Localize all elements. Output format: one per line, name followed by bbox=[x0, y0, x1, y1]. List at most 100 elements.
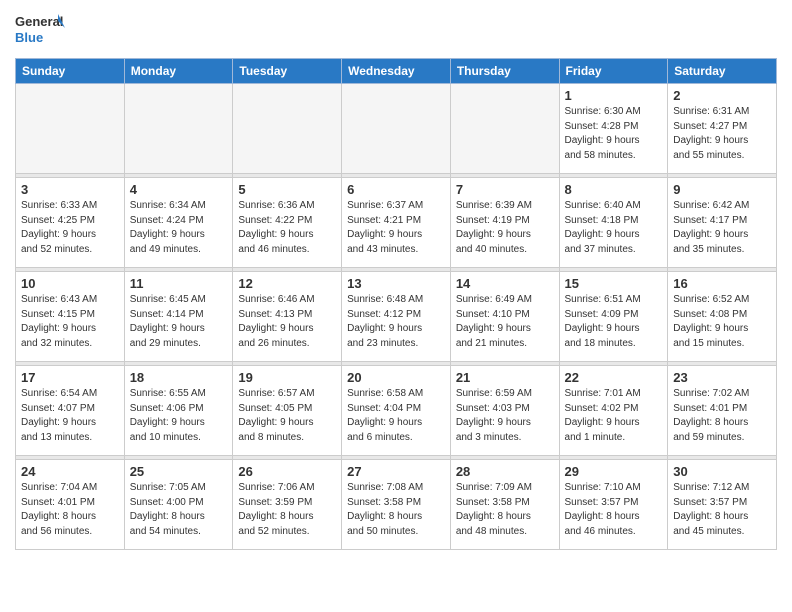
svg-text:Blue: Blue bbox=[15, 30, 43, 45]
day-number: 25 bbox=[130, 464, 228, 479]
calendar-day-cell: 22 Sunrise: 7:01 AMSunset: 4:02 PMDayligh… bbox=[559, 366, 668, 456]
calendar-day-cell: 8 Sunrise: 6:40 AMSunset: 4:18 PMDaylight… bbox=[559, 178, 668, 268]
day-number: 15 bbox=[565, 276, 663, 291]
calendar-day-cell: 13 Sunrise: 6:48 AMSunset: 4:12 PMDayligh… bbox=[342, 272, 451, 362]
day-info: Sunrise: 7:04 AMSunset: 4:01 PMDaylight:… bbox=[21, 481, 119, 539]
day-info: Sunrise: 6:51 AMSunset: 4:09 PMDaylight:… bbox=[565, 293, 663, 351]
day-info: Sunrise: 6:48 AMSunset: 4:12 PMDaylight:… bbox=[347, 293, 445, 351]
col-header-friday: Friday bbox=[559, 59, 668, 84]
calendar-day-cell: 14 Sunrise: 6:49 AMSunset: 4:10 PMDayligh… bbox=[450, 272, 559, 362]
col-header-wednesday: Wednesday bbox=[342, 59, 451, 84]
calendar-day-cell: 1 Sunrise: 6:30 AMSunset: 4:28 PMDaylight… bbox=[559, 84, 668, 174]
calendar-day-cell: 30Sunrise: 7:12 AMSunset: 3:57 PMDayligh… bbox=[668, 460, 777, 550]
col-header-monday: Monday bbox=[124, 59, 233, 84]
calendar-day-cell: 21Sunrise: 6:59 AMSunset: 4:03 PMDayligh… bbox=[450, 366, 559, 456]
calendar-day-cell: 29 Sunrise: 7:10 AMSunset: 3:57 PMDayligh… bbox=[559, 460, 668, 550]
calendar-day-cell bbox=[16, 84, 125, 174]
day-number: 7 bbox=[456, 182, 554, 197]
day-number: 17 bbox=[21, 370, 119, 385]
calendar-day-cell: 19 Sunrise: 6:57 AMSunset: 4:05 PMDayligh… bbox=[233, 366, 342, 456]
day-info: Sunrise: 6:36 AMSunset: 4:22 PMDaylight:… bbox=[238, 199, 336, 257]
calendar-day-cell bbox=[342, 84, 451, 174]
day-info: Sunrise: 6:34 AMSunset: 4:24 PMDaylight:… bbox=[130, 199, 228, 257]
day-info: Sunrise: 6:33 AMSunset: 4:25 PMDaylight:… bbox=[21, 199, 119, 257]
day-number: 26 bbox=[238, 464, 336, 479]
calendar-day-cell: 20 Sunrise: 6:58 AMSunset: 4:04 PMDayligh… bbox=[342, 366, 451, 456]
calendar-day-cell: 4 Sunrise: 6:34 AMSunset: 4:24 PMDaylight… bbox=[124, 178, 233, 268]
day-info: Sunrise: 7:06 AMSunset: 3:59 PMDaylight:… bbox=[238, 481, 336, 539]
day-info: Sunrise: 6:54 AMSunset: 4:07 PMDaylight:… bbox=[21, 387, 119, 445]
day-info: Sunrise: 6:42 AMSunset: 4:17 PMDaylight:… bbox=[673, 199, 771, 257]
day-info: Sunrise: 7:12 AMSunset: 3:57 PMDaylight:… bbox=[673, 481, 771, 539]
day-number: 19 bbox=[238, 370, 336, 385]
day-number: 14 bbox=[456, 276, 554, 291]
day-info: Sunrise: 7:10 AMSunset: 3:57 PMDaylight:… bbox=[565, 481, 663, 539]
day-number: 18 bbox=[130, 370, 228, 385]
day-info: Sunrise: 7:05 AMSunset: 4:00 PMDaylight:… bbox=[130, 481, 228, 539]
calendar-week-row: 10 Sunrise: 6:43 AMSunset: 4:15 PMDayligh… bbox=[16, 272, 777, 362]
col-header-sunday: Sunday bbox=[16, 59, 125, 84]
day-info: Sunrise: 6:45 AMSunset: 4:14 PMDaylight:… bbox=[130, 293, 228, 351]
day-info: Sunrise: 6:59 AMSunset: 4:03 PMDaylight:… bbox=[456, 387, 554, 445]
calendar-day-cell: 27 Sunrise: 7:08 AMSunset: 3:58 PMDayligh… bbox=[342, 460, 451, 550]
day-info: Sunrise: 7:02 AMSunset: 4:01 PMDaylight:… bbox=[673, 387, 771, 445]
day-number: 4 bbox=[130, 182, 228, 197]
day-number: 13 bbox=[347, 276, 445, 291]
day-number: 3 bbox=[21, 182, 119, 197]
day-number: 24 bbox=[21, 464, 119, 479]
calendar-day-cell bbox=[450, 84, 559, 174]
day-number: 2 bbox=[673, 88, 771, 103]
col-header-saturday: Saturday bbox=[668, 59, 777, 84]
day-info: Sunrise: 6:43 AMSunset: 4:15 PMDaylight:… bbox=[21, 293, 119, 351]
day-number: 6 bbox=[347, 182, 445, 197]
day-number: 1 bbox=[565, 88, 663, 103]
logo-icon: General Blue bbox=[15, 10, 65, 52]
calendar-day-cell: 11 Sunrise: 6:45 AMSunset: 4:14 PMDayligh… bbox=[124, 272, 233, 362]
calendar-day-cell: 7 Sunrise: 6:39 AMSunset: 4:19 PMDaylight… bbox=[450, 178, 559, 268]
day-info: Sunrise: 6:58 AMSunset: 4:04 PMDaylight:… bbox=[347, 387, 445, 445]
day-number: 8 bbox=[565, 182, 663, 197]
calendar-week-row: 24 Sunrise: 7:04 AMSunset: 4:01 PMDayligh… bbox=[16, 460, 777, 550]
calendar-day-cell: 17 Sunrise: 6:54 AMSunset: 4:07 PMDayligh… bbox=[16, 366, 125, 456]
logo: General Blue bbox=[15, 10, 65, 52]
day-info: Sunrise: 7:08 AMSunset: 3:58 PMDaylight:… bbox=[347, 481, 445, 539]
calendar-day-cell: 28 Sunrise: 7:09 AMSunset: 3:58 PMDayligh… bbox=[450, 460, 559, 550]
day-info: Sunrise: 6:46 AMSunset: 4:13 PMDaylight:… bbox=[238, 293, 336, 351]
day-info: Sunrise: 6:37 AMSunset: 4:21 PMDaylight:… bbox=[347, 199, 445, 257]
day-info: Sunrise: 7:09 AMSunset: 3:58 PMDaylight:… bbox=[456, 481, 554, 539]
calendar-day-cell: 16 Sunrise: 6:52 AMSunset: 4:08 PMDayligh… bbox=[668, 272, 777, 362]
day-info: Sunrise: 6:39 AMSunset: 4:19 PMDaylight:… bbox=[456, 199, 554, 257]
day-info: Sunrise: 7:01 AMSunset: 4:02 PMDaylight:… bbox=[565, 387, 663, 445]
day-info: Sunrise: 6:52 AMSunset: 4:08 PMDaylight:… bbox=[673, 293, 771, 351]
day-number: 9 bbox=[673, 182, 771, 197]
day-number: 27 bbox=[347, 464, 445, 479]
day-number: 10 bbox=[21, 276, 119, 291]
svg-text:General: General bbox=[15, 14, 63, 29]
calendar-week-row: 3 Sunrise: 6:33 AMSunset: 4:25 PMDaylight… bbox=[16, 178, 777, 268]
day-info: Sunrise: 6:30 AMSunset: 4:28 PMDaylight:… bbox=[565, 105, 663, 163]
calendar-day-cell: 10 Sunrise: 6:43 AMSunset: 4:15 PMDayligh… bbox=[16, 272, 125, 362]
day-info: Sunrise: 6:40 AMSunset: 4:18 PMDaylight:… bbox=[565, 199, 663, 257]
day-number: 22 bbox=[565, 370, 663, 385]
day-number: 28 bbox=[456, 464, 554, 479]
calendar-day-cell: 24 Sunrise: 7:04 AMSunset: 4:01 PMDayligh… bbox=[16, 460, 125, 550]
calendar-week-row: 1 Sunrise: 6:30 AMSunset: 4:28 PMDaylight… bbox=[16, 84, 777, 174]
calendar-day-cell: 18Sunrise: 6:55 AMSunset: 4:06 PMDayligh… bbox=[124, 366, 233, 456]
day-number: 11 bbox=[130, 276, 228, 291]
day-number: 29 bbox=[565, 464, 663, 479]
calendar-day-cell bbox=[233, 84, 342, 174]
col-header-thursday: Thursday bbox=[450, 59, 559, 84]
day-info: Sunrise: 6:49 AMSunset: 4:10 PMDaylight:… bbox=[456, 293, 554, 351]
day-info: Sunrise: 6:31 AMSunset: 4:27 PMDaylight:… bbox=[673, 105, 771, 163]
calendar-day-cell: 23 Sunrise: 7:02 AMSunset: 4:01 PMDayligh… bbox=[668, 366, 777, 456]
day-number: 20 bbox=[347, 370, 445, 385]
calendar-day-cell: 12 Sunrise: 6:46 AMSunset: 4:13 PMDayligh… bbox=[233, 272, 342, 362]
calendar-day-cell: 5Sunrise: 6:36 AMSunset: 4:22 PMDaylight… bbox=[233, 178, 342, 268]
day-number: 12 bbox=[238, 276, 336, 291]
day-info: Sunrise: 6:57 AMSunset: 4:05 PMDaylight:… bbox=[238, 387, 336, 445]
calendar-day-cell: 15 Sunrise: 6:51 AMSunset: 4:09 PMDayligh… bbox=[559, 272, 668, 362]
calendar-day-cell: 2 Sunrise: 6:31 AMSunset: 4:27 PMDaylight… bbox=[668, 84, 777, 174]
day-number: 23 bbox=[673, 370, 771, 385]
calendar-day-cell: 25 Sunrise: 7:05 AMSunset: 4:00 PMDayligh… bbox=[124, 460, 233, 550]
day-number: 16 bbox=[673, 276, 771, 291]
